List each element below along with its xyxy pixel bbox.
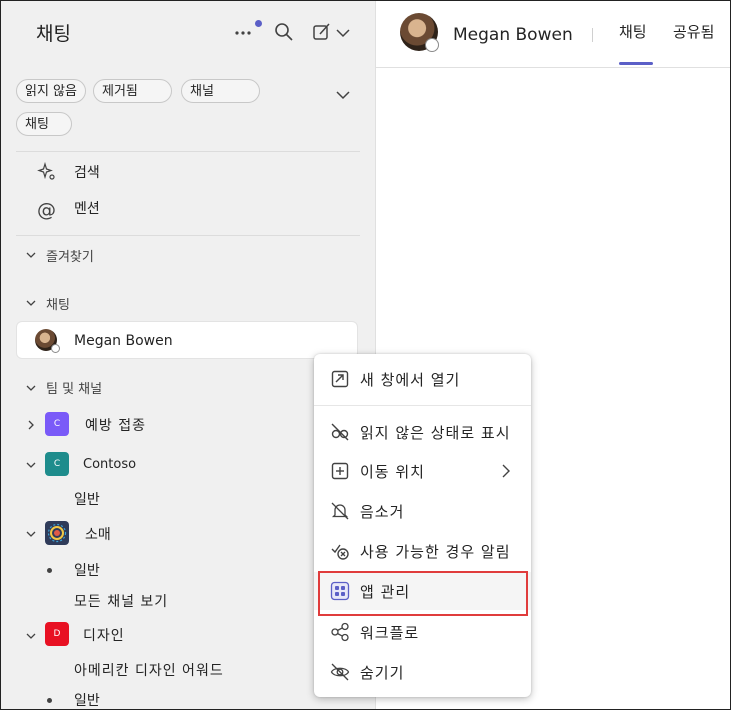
menu-workflow[interactable]: 워크플로 bbox=[314, 613, 531, 651]
notify-available-icon bbox=[331, 544, 349, 560]
chat-header: Megan Bowen 채팅 공유됨 bbox=[376, 1, 730, 68]
menu-mute[interactable]: 음소거 bbox=[314, 492, 531, 530]
channel-design-general[interactable]: 일반 bbox=[74, 690, 100, 709]
menu-label: 사용 가능한 경우 알림 bbox=[360, 543, 511, 561]
menu-move-to[interactable]: 이동 위치 bbox=[314, 452, 531, 490]
presence-icon bbox=[51, 344, 60, 353]
new-chat-icon[interactable] bbox=[311, 21, 333, 43]
search-icon[interactable] bbox=[273, 21, 295, 43]
chevron-right-icon bbox=[502, 464, 510, 478]
team-tile-icon: C bbox=[45, 412, 69, 436]
menu-label: 워크플로 bbox=[360, 624, 420, 642]
chat-item-megan-bowen[interactable]: Megan Bowen bbox=[16, 321, 358, 359]
team-retail-logo-icon bbox=[45, 521, 69, 545]
quick-item-search[interactable]: 검색 bbox=[74, 162, 100, 182]
chevron-down-icon[interactable] bbox=[25, 630, 37, 642]
menu-hide[interactable]: 숨기기 bbox=[314, 653, 531, 691]
menu-label: 읽지 않은 상태로 표시 bbox=[360, 424, 511, 442]
filter-unread[interactable]: 읽지 않음 bbox=[16, 79, 86, 103]
notification-dot bbox=[255, 20, 262, 27]
move-to-icon bbox=[331, 462, 349, 480]
presence-offline-icon bbox=[425, 38, 439, 52]
sparkle-search-icon bbox=[37, 162, 55, 180]
more-options-icon[interactable] bbox=[233, 21, 255, 43]
highlight-box bbox=[318, 571, 528, 616]
section-teams[interactable]: 팀 및 채널 bbox=[46, 378, 102, 397]
channel-design-award[interactable]: 아메리칸 디자인 어워드 bbox=[74, 660, 224, 680]
header-separator bbox=[592, 28, 593, 42]
filter-removed[interactable]: 제거됨 bbox=[93, 79, 172, 103]
channel-contoso-general[interactable]: 일반 bbox=[74, 489, 100, 509]
filter-chats[interactable]: 채팅 bbox=[16, 112, 72, 136]
chat-context-menu: 새 창에서 열기 읽지 않은 상태로 표시 이동 위치 음소거 사용 가능한 경… bbox=[314, 354, 531, 697]
team-retail[interactable]: 소매 bbox=[85, 524, 111, 544]
sidebar-title: 채팅 bbox=[36, 23, 71, 45]
at-icon: @ bbox=[37, 199, 56, 221]
teams-window: 채팅 읽지 않음 제거됨 채널 채팅 검색 @ 멘션 즐겨찾기 채팅 Megan… bbox=[0, 0, 731, 710]
chevron-down-icon[interactable] bbox=[25, 459, 37, 471]
menu-divider bbox=[314, 405, 531, 406]
menu-label: 이동 위치 bbox=[360, 463, 425, 481]
chevron-down-icon[interactable] bbox=[25, 249, 37, 261]
filter-channels[interactable]: 채널 bbox=[181, 79, 260, 103]
channel-retail-see-all[interactable]: 모든 채널 보기 bbox=[74, 591, 168, 611]
open-new-window-icon bbox=[331, 370, 349, 388]
mute-bell-icon bbox=[331, 502, 349, 520]
team-tile-icon: C bbox=[45, 452, 69, 476]
team-design[interactable]: 디자인 bbox=[83, 625, 125, 645]
menu-notify-available[interactable]: 사용 가능한 경우 알림 bbox=[314, 532, 531, 570]
quick-item-mentions[interactable]: 멘션 bbox=[74, 198, 100, 218]
team-contoso[interactable]: Contoso bbox=[83, 457, 136, 472]
unread-bullet bbox=[47, 568, 52, 573]
menu-mark-unread[interactable]: 읽지 않은 상태로 표시 bbox=[314, 413, 531, 451]
expand-filters-chevron-icon[interactable] bbox=[335, 89, 351, 101]
workflow-icon bbox=[331, 622, 349, 642]
unread-bullet bbox=[47, 698, 52, 703]
menu-label: 음소거 bbox=[360, 503, 405, 521]
hide-icon bbox=[330, 663, 350, 681]
tab-chat[interactable]: 채팅 bbox=[619, 21, 647, 42]
menu-label: 새 창에서 열기 bbox=[360, 371, 461, 389]
chevron-down-icon[interactable] bbox=[25, 297, 37, 309]
menu-open-new-window[interactable]: 새 창에서 열기 bbox=[314, 360, 531, 398]
channel-retail-general[interactable]: 일반 bbox=[74, 560, 100, 580]
menu-label: 숨기기 bbox=[360, 664, 405, 682]
team-tile-icon: D bbox=[45, 622, 69, 646]
active-tab-indicator bbox=[619, 62, 653, 65]
team-vaccination[interactable]: 예방 접종 bbox=[85, 415, 146, 435]
chat-contact-name: Megan Bowen bbox=[74, 333, 173, 349]
tab-shared[interactable]: 공유됨 bbox=[673, 21, 714, 42]
section-chats[interactable]: 채팅 bbox=[46, 294, 70, 313]
chevron-right-icon[interactable] bbox=[25, 419, 37, 431]
chevron-down-icon[interactable] bbox=[25, 528, 37, 540]
mark-unread-icon bbox=[331, 423, 349, 441]
section-favorites[interactable]: 즐겨찾기 bbox=[46, 246, 94, 265]
divider bbox=[16, 235, 360, 236]
chevron-down-icon[interactable] bbox=[25, 382, 37, 394]
header-contact-name[interactable]: Megan Bowen bbox=[453, 25, 573, 45]
chevron-down-icon[interactable] bbox=[335, 21, 351, 43]
divider bbox=[16, 151, 360, 152]
